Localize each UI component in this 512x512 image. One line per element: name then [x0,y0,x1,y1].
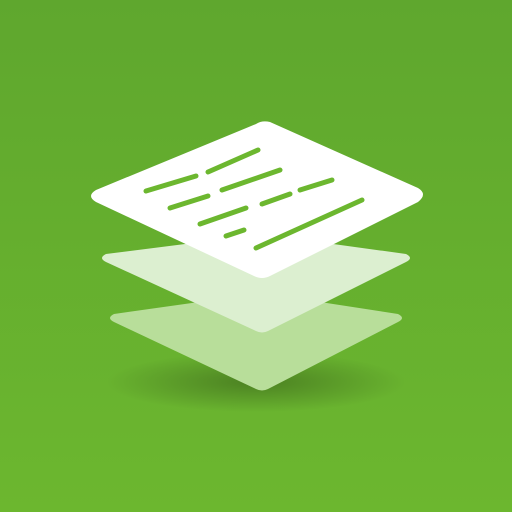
app-icon [0,0,512,512]
stacked-documents-icon [91,121,423,412]
